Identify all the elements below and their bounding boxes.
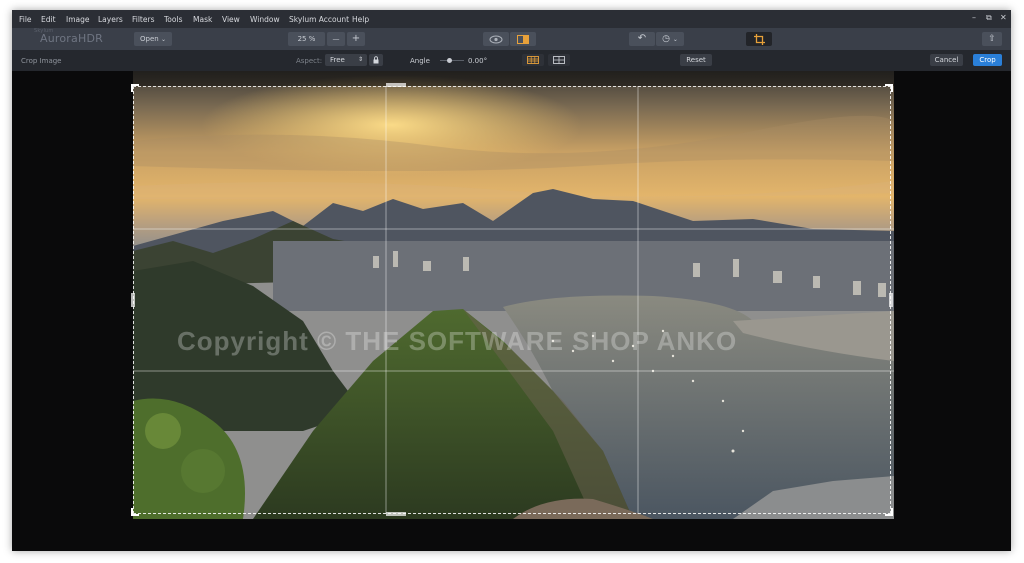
crop-tool-button[interactable] bbox=[746, 32, 772, 46]
preview-toggle-button[interactable] bbox=[483, 32, 509, 46]
crop-button[interactable]: Crop bbox=[973, 54, 1002, 66]
angle-label: Angle bbox=[410, 57, 430, 65]
zoom-in-button[interactable]: + bbox=[347, 32, 365, 46]
menu-file[interactable]: File bbox=[19, 15, 32, 24]
zoom-level-field[interactable]: 25 % bbox=[288, 32, 325, 46]
crop-handle-bottom-left[interactable] bbox=[131, 508, 139, 516]
zoom-out-button[interactable]: — bbox=[327, 32, 345, 46]
eye-icon bbox=[489, 35, 503, 43]
image-canvas[interactable]: Copyright © THE SOFTWARE SHOP ANKO bbox=[12, 71, 1011, 551]
grid-overlay-button[interactable] bbox=[548, 54, 570, 66]
lock-icon bbox=[373, 56, 379, 64]
menu-window[interactable]: Window bbox=[250, 15, 280, 24]
menu-layers[interactable]: Layers bbox=[98, 15, 123, 24]
reset-button[interactable]: Reset bbox=[680, 54, 712, 66]
crop-handle-right[interactable] bbox=[889, 293, 893, 307]
aspect-value: Free bbox=[330, 56, 345, 64]
share-icon: ⇧ bbox=[988, 34, 996, 44]
crop-handle-left[interactable] bbox=[131, 293, 135, 307]
aspect-lock-button[interactable] bbox=[369, 54, 383, 66]
history-button[interactable]: ◷ ⌄ bbox=[656, 32, 684, 46]
menu-help[interactable]: Help bbox=[352, 15, 369, 24]
open-button[interactable]: Open ⌄ bbox=[134, 32, 172, 46]
menu-skylum-account[interactable]: Skylum Account bbox=[289, 15, 349, 24]
undo-button[interactable]: ↶ bbox=[629, 32, 655, 46]
open-label: Open bbox=[140, 35, 159, 43]
menu-edit[interactable]: Edit bbox=[41, 15, 56, 24]
grid-icon bbox=[527, 56, 539, 64]
updown-chevron-icon: ⇕ bbox=[357, 56, 363, 63]
split-view-icon bbox=[517, 34, 529, 44]
menu-view[interactable]: View bbox=[222, 15, 240, 24]
photo[interactable] bbox=[133, 71, 894, 519]
minimize-icon[interactable]: – bbox=[972, 13, 976, 22]
crop-handle-bottom-right[interactable] bbox=[885, 508, 893, 516]
menu-mask[interactable]: Mask bbox=[193, 15, 212, 24]
crop-handle-top[interactable] bbox=[386, 83, 406, 87]
menu-tools[interactable]: Tools bbox=[164, 15, 182, 24]
undo-icon: ↶ bbox=[637, 33, 647, 44]
history-icon: ◷ bbox=[662, 34, 670, 44]
crop-grid-overlay bbox=[133, 86, 894, 514]
copyright-watermark: Copyright © THE SOFTWARE SHOP ANKO bbox=[177, 326, 738, 356]
menu-bar: File Edit Image Layers Filters Tools Mas… bbox=[12, 10, 1011, 28]
menu-filters[interactable]: Filters bbox=[132, 15, 154, 24]
close-icon[interactable]: ✕ bbox=[1000, 13, 1007, 22]
grid-thirds-button[interactable] bbox=[522, 54, 544, 66]
chevron-down-icon: ⌄ bbox=[672, 36, 678, 43]
angle-slider[interactable] bbox=[440, 58, 464, 63]
aspect-select[interactable]: Free ⇕ bbox=[325, 54, 367, 66]
app-window: File Edit Image Layers Filters Tools Mas… bbox=[12, 10, 1011, 551]
logo-brand: Skylum bbox=[34, 28, 54, 34]
export-button[interactable]: ⇧ bbox=[982, 32, 1002, 46]
compare-button[interactable] bbox=[510, 32, 536, 46]
app-logo: Skylum AuroraHDR bbox=[34, 28, 103, 45]
crop-title: Crop Image bbox=[21, 57, 62, 65]
restore-icon[interactable]: ⧉ bbox=[986, 13, 992, 23]
angle-slider-thumb[interactable] bbox=[447, 58, 452, 63]
crop-handle-top-right[interactable] bbox=[885, 84, 893, 92]
crop-icon bbox=[753, 33, 765, 45]
crop-options-bar: Crop Image Aspect: Free ⇕ Angle 0.00° Re… bbox=[12, 50, 1011, 71]
cancel-button[interactable]: Cancel bbox=[930, 54, 963, 66]
crop-handle-bottom[interactable] bbox=[386, 512, 406, 516]
chevron-down-icon: ⌄ bbox=[160, 36, 166, 43]
crop-dim-top bbox=[133, 71, 894, 86]
main-toolbar: Skylum AuroraHDR Open ⌄ 25 % — + ↶ ◷ ⌄ ⇧ bbox=[12, 28, 1011, 50]
grid-overlay-icon bbox=[553, 56, 565, 64]
crop-handle-top-left[interactable] bbox=[131, 84, 139, 92]
angle-value[interactable]: 0.00° bbox=[468, 57, 487, 65]
aspect-label: Aspect: bbox=[296, 57, 323, 65]
menu-image[interactable]: Image bbox=[66, 15, 90, 24]
